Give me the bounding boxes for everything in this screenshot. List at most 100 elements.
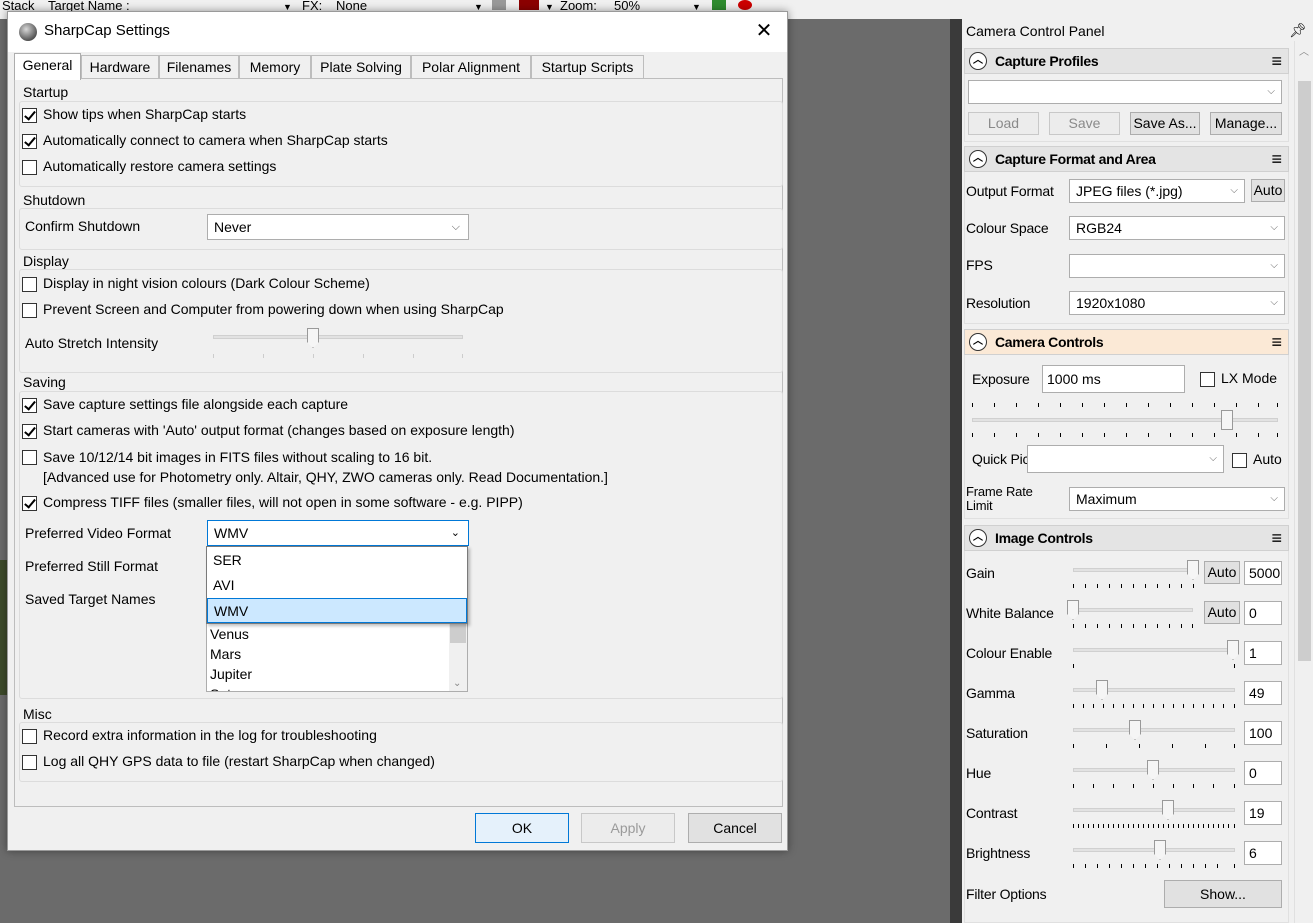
white-balance-input[interactable]: 0 [1244, 601, 1282, 625]
auto-stretch-slider-track[interactable] [213, 335, 463, 339]
ok-button[interactable]: OK [475, 813, 569, 843]
hamburger-menu-icon[interactable]: ≡ [1271, 526, 1282, 550]
white-balance-slider-track[interactable] [1073, 608, 1193, 612]
hue-input[interactable]: 0 [1244, 761, 1282, 785]
exposure-input[interactable]: 1000 ms [1042, 365, 1185, 393]
resolution-select[interactable]: 1920x1080 ⌵ [1069, 291, 1285, 315]
save-profile-button[interactable]: Save [1049, 112, 1120, 135]
contrast-slider-track[interactable] [1073, 808, 1235, 812]
hamburger-menu-icon[interactable]: ≡ [1271, 49, 1282, 73]
prevent-sleep-checkbox[interactable]: Prevent Screen and Computer from powerin… [22, 301, 504, 318]
chevron-down-icon[interactable]: ⌄ [453, 678, 461, 689]
profile-select[interactable]: ⌵ [968, 80, 1282, 104]
pin-icon[interactable]: 📌︎ [1289, 22, 1307, 39]
auto-restore-checkbox[interactable]: Automatically restore camera settings [22, 158, 276, 175]
gain-input[interactable]: 5000 [1244, 561, 1282, 585]
quick-picks-select[interactable]: ⌵ [1027, 445, 1224, 473]
collapse-icon[interactable]: ︿ [969, 529, 987, 547]
chevron-up-icon[interactable]: ︿ [1299, 43, 1309, 58]
green-tool-icon[interactable] [712, 0, 726, 10]
list-item[interactable]: Venus [210, 624, 249, 644]
gamma-input[interactable]: 49 [1244, 681, 1282, 705]
checkbox-box[interactable] [22, 755, 37, 770]
gain-slider-track[interactable] [1073, 568, 1197, 572]
colour-enable-input[interactable]: 1 [1244, 641, 1282, 665]
auto-connect-checkbox[interactable]: Automatically connect to camera when Sha… [22, 132, 388, 149]
list-item[interactable]: Saturn [210, 684, 251, 691]
fps-select[interactable]: ⌵ [1069, 254, 1285, 278]
checkbox-box[interactable] [22, 398, 37, 413]
extra-log-checkbox[interactable]: Record extra information in the log for … [22, 727, 377, 744]
exposure-slider-thumb[interactable] [1221, 410, 1233, 430]
list-item[interactable]: Mars [210, 644, 241, 664]
tab-memory[interactable]: Memory [239, 55, 311, 79]
checkbox-box[interactable] [22, 277, 37, 292]
colour-enable-slider-track[interactable] [1073, 648, 1235, 652]
checkbox-box[interactable] [1200, 372, 1215, 387]
camera-controls-header[interactable]: ︿ Camera Controls ≡ [964, 329, 1289, 355]
contrast-input[interactable]: 19 [1244, 801, 1282, 825]
confirm-shutdown-select[interactable]: Never ⌵ [207, 214, 469, 240]
colour-space-select[interactable]: RGB24 ⌵ [1069, 216, 1285, 240]
checkbox-box[interactable] [22, 424, 37, 439]
checkbox-box[interactable] [1232, 453, 1247, 468]
collapse-icon[interactable]: ︿ [969, 333, 987, 351]
collapse-icon[interactable]: ︿ [969, 150, 987, 168]
video-format-option-ser[interactable]: SER [207, 548, 467, 573]
auto-output-format-checkbox[interactable]: Start cameras with 'Auto' output format … [22, 422, 515, 439]
night-vision-checkbox[interactable]: Display in night vision colours (Dark Co… [22, 275, 370, 292]
save-settings-file-checkbox[interactable]: Save capture settings file alongside eac… [22, 396, 348, 413]
tab-filenames[interactable]: Filenames [159, 55, 239, 79]
video-format-option-avi[interactable]: AVI [207, 573, 467, 598]
tab-general[interactable]: General [14, 53, 81, 80]
white-balance-auto-button[interactable]: Auto [1204, 601, 1240, 624]
video-format-option-wmv[interactable]: WMV [207, 598, 467, 623]
apply-button[interactable]: Apply [581, 813, 675, 843]
capture-profiles-header[interactable]: ︿ Capture Profiles ≡ [964, 48, 1289, 74]
list-item[interactable]: Jupiter [210, 664, 252, 684]
capture-format-header[interactable]: ︿ Capture Format and Area ≡ [964, 146, 1289, 172]
target-names-list[interactable]: Venus Mars Jupiter Saturn ⌄ [206, 620, 468, 692]
tab-hardware[interactable]: Hardware [81, 55, 159, 79]
record-icon[interactable] [738, 0, 752, 10]
frame-rate-select[interactable]: Maximum ⌵ [1069, 487, 1285, 511]
saturation-slider-track[interactable] [1073, 728, 1235, 732]
filter-options-show-button[interactable]: Show... [1164, 880, 1282, 908]
list-scrollbar[interactable]: ⌄ [449, 621, 467, 691]
tab-plate-solving[interactable]: Plate Solving [311, 55, 411, 79]
tab-polar-alignment[interactable]: Polar Alignment [411, 55, 531, 79]
checkbox-box[interactable] [22, 160, 37, 175]
panel-scrollbar[interactable]: ︿ [1294, 41, 1313, 923]
save-as-profile-button[interactable]: Save As... [1130, 112, 1200, 135]
cancel-button[interactable]: Cancel [688, 813, 782, 843]
load-profile-button[interactable]: Load [968, 112, 1039, 135]
output-format-select[interactable]: JPEG files (*.jpg) ⌵ [1069, 179, 1245, 203]
checkbox-box[interactable] [22, 450, 37, 465]
hamburger-menu-icon[interactable]: ≡ [1271, 330, 1282, 354]
checkbox-box[interactable] [22, 729, 37, 744]
toolbar-icon[interactable] [492, 0, 506, 10]
output-format-auto-button[interactable]: Auto [1251, 179, 1285, 202]
show-tips-checkbox[interactable]: Show tips when SharpCap starts [22, 106, 246, 123]
scrollbar-thumb[interactable] [450, 623, 466, 643]
collapse-icon[interactable]: ︿ [969, 52, 987, 70]
brightness-input[interactable]: 6 [1244, 841, 1282, 865]
qhy-gps-checkbox[interactable]: Log all QHY GPS data to file (restart Sh… [22, 753, 435, 770]
hamburger-menu-icon[interactable]: ≡ [1271, 147, 1282, 171]
checkbox-box[interactable] [22, 303, 37, 318]
image-controls-header[interactable]: ︿ Image Controls ≡ [964, 525, 1289, 551]
scrollbar-thumb[interactable] [1298, 81, 1311, 661]
saturation-input[interactable]: 100 [1244, 721, 1282, 745]
compress-tiff-checkbox[interactable]: Compress TIFF files (smaller files, will… [22, 494, 523, 511]
checkbox-box[interactable] [22, 496, 37, 511]
quick-picks-auto-checkbox[interactable]: Auto [1232, 451, 1282, 468]
checkbox-box[interactable] [22, 134, 37, 149]
save-fits-checkbox[interactable]: Save 10/12/14 bit images in FITS files w… [22, 448, 608, 487]
manage-profiles-button[interactable]: Manage... [1210, 112, 1282, 135]
histogram-icon[interactable] [519, 0, 539, 10]
lx-mode-checkbox[interactable]: LX Mode [1200, 370, 1277, 387]
tab-startup-scripts[interactable]: Startup Scripts [531, 55, 644, 79]
close-button[interactable]: ✕ [741, 12, 787, 50]
gain-auto-button[interactable]: Auto [1204, 561, 1240, 584]
checkbox-box[interactable] [22, 108, 37, 123]
